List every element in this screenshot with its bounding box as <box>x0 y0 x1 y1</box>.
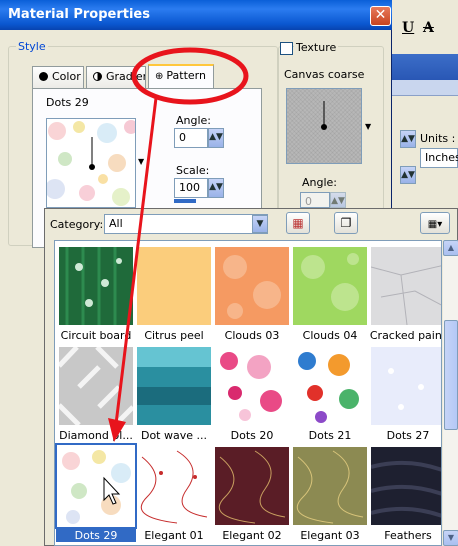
annotation-overlay <box>103 47 249 505</box>
annotation-ellipse <box>131 47 249 105</box>
annotation-arrow-head <box>108 418 126 442</box>
annotation-arrow-line <box>114 97 158 425</box>
mouse-cursor-icon <box>103 476 121 505</box>
